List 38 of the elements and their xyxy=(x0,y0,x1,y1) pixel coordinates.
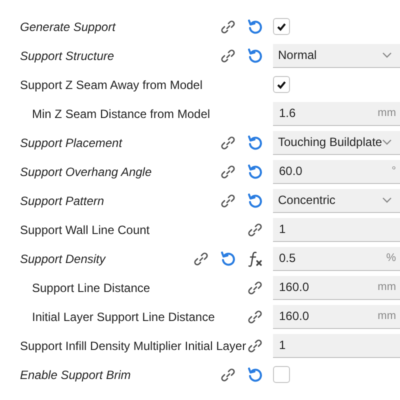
setting-label: Support Overhang Angle xyxy=(20,164,152,180)
number-field[interactable]: 1 xyxy=(273,218,400,242)
number-field[interactable]: 160.0 mm xyxy=(273,304,400,328)
checkbox[interactable] xyxy=(273,366,290,383)
setting-label: Support Placement xyxy=(20,134,122,152)
number-field[interactable]: 0.5 % xyxy=(273,246,400,270)
reset-icon[interactable] xyxy=(247,192,263,209)
number-field[interactable]: 60.0 ° xyxy=(273,160,400,184)
reset-icon[interactable] xyxy=(220,250,236,267)
check-icon xyxy=(277,80,286,88)
setting-label: Support Structure xyxy=(20,48,114,64)
chevron-down-icon xyxy=(382,139,392,145)
number-field[interactable]: 160.0 mm xyxy=(273,276,400,300)
setting-label: Generate Support xyxy=(20,18,116,36)
chevron-down-icon xyxy=(382,52,392,58)
setting-label: Support Pattern xyxy=(20,192,104,210)
reset-icon[interactable] xyxy=(247,366,263,383)
reset-icon[interactable] xyxy=(247,134,263,151)
setting-label: Initial Layer Support Line Distance xyxy=(32,308,215,326)
setting-label: Support Z Seam Away from Model xyxy=(20,76,203,94)
setting-label: Support Line Distance xyxy=(32,280,150,296)
dropdown[interactable]: Touching Buildplate xyxy=(273,130,400,154)
number-field[interactable]: 1 xyxy=(273,334,400,358)
setting-label: Support Infill Density Multiplier Initial Layer xyxy=(20,338,246,354)
checkbox[interactable] xyxy=(273,76,290,93)
check-icon xyxy=(277,22,286,30)
dropdown[interactable]: Normal xyxy=(273,44,400,68)
setting-label: Support Density xyxy=(20,250,106,268)
number-field[interactable]: 1.6 mm xyxy=(273,102,400,126)
reset-icon[interactable] xyxy=(247,163,263,180)
dropdown[interactable]: Concentric xyxy=(273,188,400,212)
setting-label: Support Wall Line Count xyxy=(20,222,150,238)
setting-label: Enable Support Brim xyxy=(20,366,131,384)
checkbox[interactable] xyxy=(273,18,290,35)
reset-icon[interactable] xyxy=(247,47,263,64)
setting-label: Min Z Seam Distance from Model xyxy=(32,106,210,122)
chevron-down-icon xyxy=(382,197,392,203)
reset-icon[interactable] xyxy=(247,18,263,35)
